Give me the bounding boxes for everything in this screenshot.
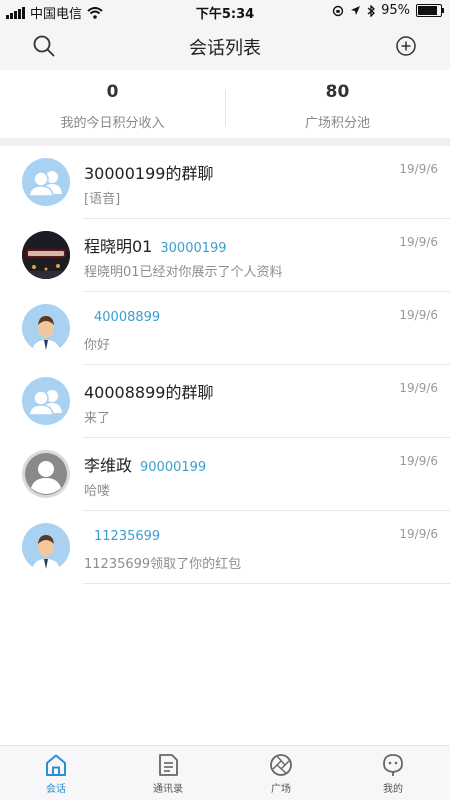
tab-label: 我的 (383, 784, 403, 795)
conversation-name-line: 40008899 (84, 306, 160, 325)
conversation-preview: 11235699领取了你的红包 (84, 557, 242, 572)
conversation-date: 19/9/6 (399, 527, 438, 541)
conversation-item[interactable]: 30000199的群聊 [语音] 19/9/6 (0, 146, 450, 219)
aperture-icon (270, 754, 292, 776)
today-points-stat[interactable]: 0 我的今日积分收入 (0, 80, 225, 131)
conversation-uid: 40008899 (94, 310, 161, 325)
lock-rotation-icon (332, 5, 344, 16)
person-avatar (22, 523, 70, 571)
today-points-value: 0 (106, 82, 119, 102)
conversation-item[interactable]: 程晓明01 30000199 程晓明01已经对你展示了个人资料 19/9/6 (0, 219, 450, 292)
conversation-uid: 11235699 (94, 529, 161, 544)
battery-percent: 95% (381, 3, 410, 18)
status-right: 95% (332, 3, 444, 18)
bluetooth-icon (367, 4, 376, 17)
row-separator (83, 583, 450, 584)
conversation-date: 19/9/6 (399, 162, 438, 176)
add-circle-icon[interactable] (394, 34, 418, 58)
conversation-list: 30000199的群聊 [语音] 19/9/6 程晓明01 30000199 程晓… (0, 146, 450, 584)
points-summary: 0 我的今日积分收入 80 广场积分池 (0, 70, 450, 138)
tab-conversations[interactable]: 会话 (0, 752, 112, 795)
header-bar: 会话列表 (0, 22, 450, 70)
conversation-item[interactable]: 李维政 90000199 哈喽 19/9/6 (0, 438, 450, 511)
contacts-doc-icon (159, 754, 178, 776)
group-avatar (22, 158, 70, 206)
tab-label: 广场 (271, 784, 291, 795)
profile-icon (383, 754, 403, 776)
conversation-uid: 90000199 (140, 460, 207, 475)
plaza-pool-label: 广场积分池 (304, 116, 370, 131)
plaza-pool-stat[interactable]: 80 广场积分池 (225, 80, 450, 131)
photo-avatar (22, 231, 70, 279)
conversation-preview: 来了 (84, 411, 111, 426)
tab-profile[interactable]: 我的 (337, 752, 449, 795)
tab-plaza[interactable]: 广场 (225, 752, 337, 795)
group-avatar (22, 377, 70, 425)
tab-contacts[interactable]: 通讯录 (112, 752, 224, 795)
conversation-preview: [语音] (84, 192, 121, 207)
person-avatar (22, 304, 70, 352)
conversation-date: 19/9/6 (399, 381, 438, 395)
conversation-item[interactable]: 40008899的群聊 来了 19/9/6 (0, 365, 450, 438)
conversation-name-line: 李维政 90000199 (84, 452, 206, 476)
conversation-name: 程晓明01 (84, 237, 153, 256)
today-points-label: 我的今日积分收入 (60, 116, 165, 131)
home-icon (46, 754, 66, 776)
conversation-uid: 30000199 (160, 241, 227, 256)
conversation-preview: 程晓明01已经对你展示了个人资料 (84, 265, 283, 280)
location-icon (351, 6, 361, 15)
conversation-preview: 你好 (84, 338, 111, 353)
default-avatar (22, 450, 70, 498)
section-gap (0, 138, 450, 146)
conversation-name: 40008899的群聊 (84, 383, 214, 402)
conversation-preview: 哈喽 (84, 484, 111, 499)
page-title: 会话列表 (189, 38, 261, 59)
tab-bar: 会话 通讯录 广场 我的 (0, 745, 450, 800)
conversation-item[interactable]: 11235699 11235699领取了你的红包 19/9/6 (0, 511, 450, 584)
conversation-date: 19/9/6 (399, 235, 438, 249)
conversation-date: 19/9/6 (399, 454, 438, 468)
battery-icon (416, 4, 444, 17)
tab-label: 会话 (46, 784, 66, 795)
conversation-name-line: 11235699 (84, 525, 160, 544)
conversation-item[interactable]: 40008899 你好 19/9/6 (0, 292, 450, 365)
tab-label: 通讯录 (153, 784, 183, 795)
status-bar: 中国电信 下午5:34 95% (0, 0, 450, 22)
conversation-name: 30000199的群聊 (84, 164, 214, 183)
conversation-date: 19/9/6 (399, 308, 438, 322)
conversation-name: 李维政 (84, 456, 133, 475)
plaza-pool-value: 80 (325, 82, 350, 102)
conversation-name-line: 程晓明01 30000199 (84, 233, 227, 257)
